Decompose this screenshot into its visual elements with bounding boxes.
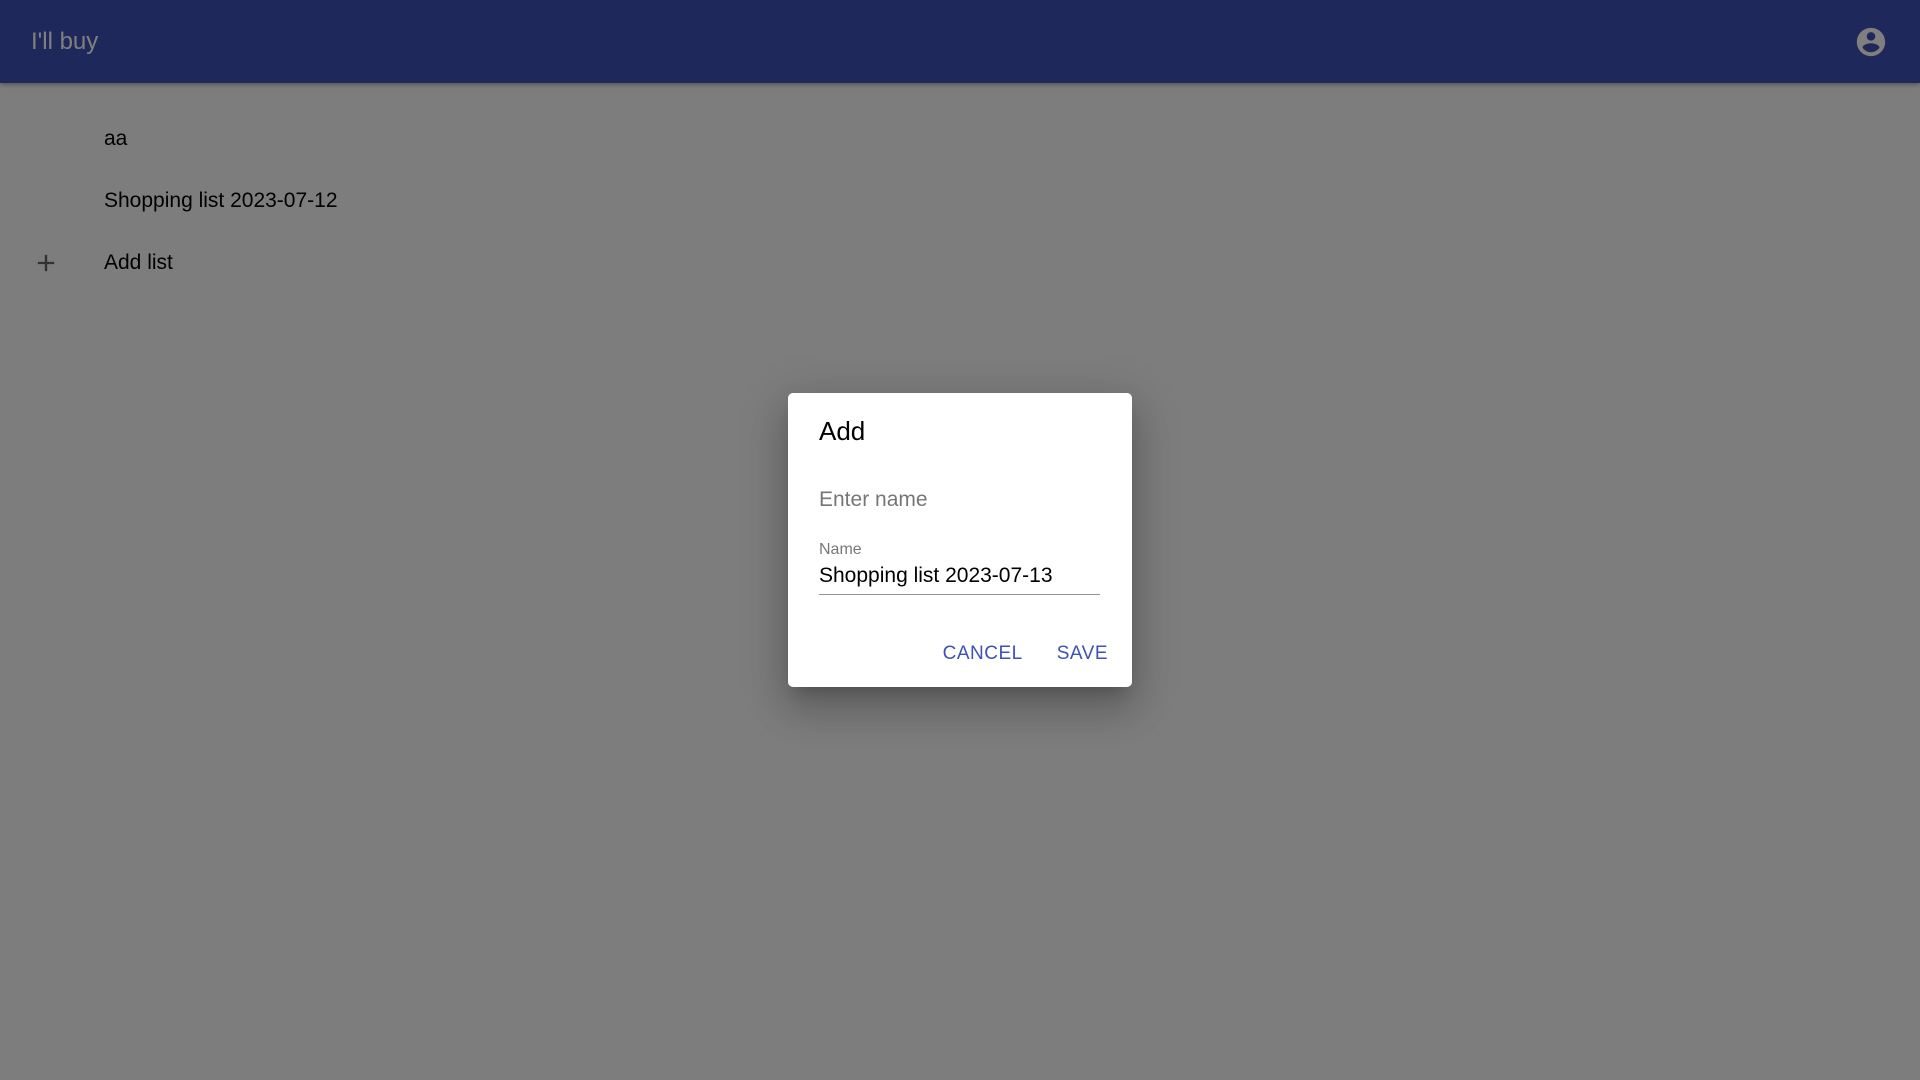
- save-button[interactable]: SAVE: [1043, 633, 1122, 675]
- add-list-dialog: Add Enter name Name CANCEL SAVE: [788, 393, 1132, 687]
- dialog-title: Add: [819, 416, 866, 446]
- dialog-actions: CANCEL SAVE: [929, 633, 1122, 675]
- cancel-button[interactable]: CANCEL: [929, 633, 1037, 675]
- name-field-underline: [819, 594, 1100, 595]
- name-text-field: Name: [819, 541, 1100, 597]
- name-input[interactable]: [819, 561, 1100, 591]
- dialog-description: Enter name: [819, 488, 928, 511]
- app-root: I'll buy aa Shopping list 2023-07-12 Add: [0, 0, 1920, 1080]
- name-field-label: Name: [819, 541, 862, 558]
